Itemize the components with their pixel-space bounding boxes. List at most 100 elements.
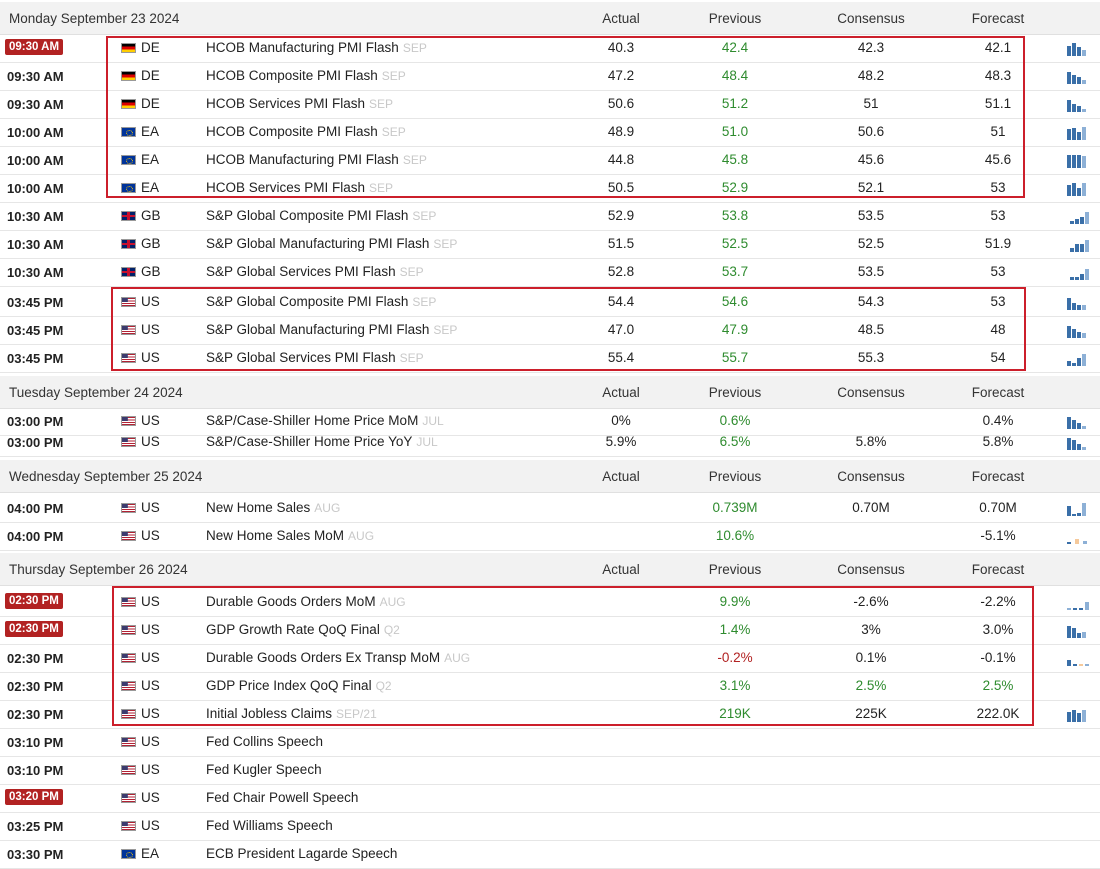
event-title[interactable]: Fed Williams Speech	[206, 818, 333, 833]
event-name[interactable]: HCOB Composite PMI Flash SEP	[206, 124, 406, 139]
bar-chart-icon[interactable]	[1067, 530, 1095, 544]
column-header-actual[interactable]: Actual	[566, 11, 676, 26]
event-name[interactable]: S&P Global Composite PMI Flash SEP	[206, 294, 436, 309]
column-header-consensus[interactable]: Consensus	[816, 385, 926, 400]
event-name[interactable]: Durable Goods Orders Ex Transp MoM AUG	[206, 650, 470, 665]
event-name[interactable]: GDP Price Index QoQ Final Q2	[206, 678, 392, 693]
event-name[interactable]: Fed Collins Speech	[206, 734, 323, 749]
event-row[interactable]: 03:00 PM US S&P/Case-Shiller Home Price Yo…	[0, 428, 1100, 457]
column-header-forecast[interactable]: Forecast	[943, 11, 1053, 26]
event-name[interactable]: New Home Sales MoM AUG	[206, 528, 374, 543]
bar-chart-icon[interactable]	[1067, 708, 1095, 722]
event-row[interactable]: 03:10 PM US Fed Collins Speech	[0, 728, 1100, 757]
event-name[interactable]: Fed Chair Powell Speech	[206, 790, 358, 805]
bar-chart-icon[interactable]	[1067, 415, 1095, 429]
event-row[interactable]: 02:30 PM US Initial Jobless Claims SEP/21 21…	[0, 700, 1100, 729]
event-name[interactable]: S&P/Case-Shiller Home Price MoM JUL	[206, 413, 444, 428]
event-title[interactable]: S&P/Case-Shiller Home Price YoY	[206, 434, 412, 449]
event-name[interactable]: S&P Global Composite PMI Flash SEP	[206, 208, 436, 223]
event-title[interactable]: Fed Kugler Speech	[206, 762, 322, 777]
column-header-previous[interactable]: Previous	[680, 385, 790, 400]
event-row[interactable]: 03:10 PM US Fed Kugler Speech	[0, 756, 1100, 785]
event-row[interactable]: 03:30 PM EA ECB President Lagarde Speech	[0, 840, 1100, 869]
event-row[interactable]: 03:20 PM US Fed Chair Powell Speech	[0, 784, 1100, 813]
column-header-previous[interactable]: Previous	[680, 562, 790, 577]
event-title[interactable]: HCOB Services PMI Flash	[206, 96, 365, 111]
column-header-previous[interactable]: Previous	[680, 11, 790, 26]
event-title[interactable]: HCOB Composite PMI Flash	[206, 124, 378, 139]
event-title[interactable]: HCOB Composite PMI Flash	[206, 68, 378, 83]
event-row[interactable]: 09:30 AM DE HCOB Services PMI Flash SEP 50.6…	[0, 90, 1100, 119]
bar-chart-icon[interactable]	[1067, 352, 1095, 366]
bar-chart-icon[interactable]	[1067, 296, 1095, 310]
event-title[interactable]: S&P/Case-Shiller Home Price MoM	[206, 413, 418, 428]
event-title[interactable]: Fed Collins Speech	[206, 734, 323, 749]
event-name[interactable]: Fed Williams Speech	[206, 818, 333, 833]
column-header-actual[interactable]: Actual	[566, 385, 676, 400]
event-row[interactable]: 10:00 AM EA HCOB Services PMI Flash SEP 50.5…	[0, 174, 1100, 203]
event-name[interactable]: HCOB Manufacturing PMI Flash SEP	[206, 152, 427, 167]
event-name[interactable]: GDP Growth Rate QoQ Final Q2	[206, 622, 400, 637]
event-title[interactable]: New Home Sales	[206, 500, 310, 515]
bar-chart-icon[interactable]	[1067, 98, 1095, 112]
event-name[interactable]: S&P Global Services PMI Flash SEP	[206, 264, 424, 279]
event-name[interactable]: New Home Sales AUG	[206, 500, 340, 515]
event-title[interactable]: Fed Chair Powell Speech	[206, 790, 358, 805]
bar-chart-icon[interactable]	[1067, 596, 1095, 610]
column-header-forecast[interactable]: Forecast	[943, 562, 1053, 577]
event-title[interactable]: GDP Price Index QoQ Final	[206, 678, 372, 693]
event-name[interactable]: HCOB Services PMI Flash SEP	[206, 180, 393, 195]
bar-chart-icon[interactable]	[1067, 238, 1095, 252]
event-name[interactable]: Durable Goods Orders MoM AUG	[206, 594, 406, 609]
event-name[interactable]: Fed Kugler Speech	[206, 762, 322, 777]
event-row[interactable]: 03:45 PM US S&P Global Services PMI Flash S…	[0, 344, 1100, 373]
event-title[interactable]: New Home Sales MoM	[206, 528, 344, 543]
event-name[interactable]: HCOB Composite PMI Flash SEP	[206, 68, 406, 83]
column-header-consensus[interactable]: Consensus	[816, 469, 926, 484]
event-row[interactable]: 03:25 PM US Fed Williams Speech	[0, 812, 1100, 841]
event-row[interactable]: 02:30 PM US GDP Growth Rate QoQ Final Q2 1.4…	[0, 616, 1100, 645]
event-row[interactable]: 04:00 PM US New Home Sales AUG 0.739M 0.70M 0.…	[0, 494, 1100, 523]
event-name[interactable]: S&P/Case-Shiller Home Price YoY JUL	[206, 434, 438, 449]
event-title[interactable]: ECB President Lagarde Speech	[206, 846, 397, 861]
bar-chart-icon[interactable]	[1067, 324, 1095, 338]
bar-chart-icon[interactable]	[1067, 154, 1095, 168]
event-title[interactable]: HCOB Manufacturing PMI Flash	[206, 152, 399, 167]
column-header-forecast[interactable]: Forecast	[943, 385, 1053, 400]
column-header-consensus[interactable]: Consensus	[816, 562, 926, 577]
column-header-consensus[interactable]: Consensus	[816, 11, 926, 26]
event-name[interactable]: S&P Global Manufacturing PMI Flash SEP	[206, 236, 457, 251]
column-header-previous[interactable]: Previous	[680, 469, 790, 484]
bar-chart-icon[interactable]	[1067, 502, 1095, 516]
event-row[interactable]: 10:00 AM EA HCOB Composite PMI Flash SEP 48.…	[0, 118, 1100, 147]
event-row[interactable]: 03:45 PM US S&P Global Manufacturing PMI F…	[0, 316, 1100, 345]
event-name[interactable]: Initial Jobless Claims SEP/21	[206, 706, 377, 721]
event-title[interactable]: S&P Global Services PMI Flash	[206, 350, 396, 365]
event-row[interactable]: 02:30 PM US GDP Price Index QoQ Final Q2 3.1…	[0, 672, 1100, 701]
event-name[interactable]: HCOB Services PMI Flash SEP	[206, 96, 393, 111]
bar-chart-icon[interactable]	[1067, 182, 1095, 196]
event-title[interactable]: HCOB Services PMI Flash	[206, 180, 365, 195]
event-title[interactable]: S&P Global Composite PMI Flash	[206, 208, 408, 223]
bar-chart-icon[interactable]	[1067, 436, 1095, 450]
event-row[interactable]: 02:30 PM US Durable Goods Orders MoM AUG 9.9…	[0, 588, 1100, 617]
bar-chart-icon[interactable]	[1067, 624, 1095, 638]
event-name[interactable]: ECB President Lagarde Speech	[206, 846, 397, 861]
column-header-forecast[interactable]: Forecast	[943, 469, 1053, 484]
event-row[interactable]: 10:30 AM GB S&P Global Manufacturing PMI F…	[0, 230, 1100, 259]
event-name[interactable]: HCOB Manufacturing PMI Flash SEP	[206, 40, 427, 55]
event-title[interactable]: S&P Global Manufacturing PMI Flash	[206, 236, 429, 251]
column-header-actual[interactable]: Actual	[566, 562, 676, 577]
event-row[interactable]: 09:30 AM DE HCOB Manufacturing PMI Flash SE…	[0, 34, 1100, 63]
bar-chart-icon[interactable]	[1067, 652, 1095, 666]
event-row[interactable]: 03:45 PM US S&P Global Composite PMI Flash…	[0, 288, 1100, 317]
bar-chart-icon[interactable]	[1067, 42, 1095, 56]
event-title[interactable]: S&P Global Services PMI Flash	[206, 264, 396, 279]
bar-chart-icon[interactable]	[1067, 70, 1095, 84]
event-title[interactable]: HCOB Manufacturing PMI Flash	[206, 40, 399, 55]
event-title[interactable]: S&P Global Composite PMI Flash	[206, 294, 408, 309]
column-header-actual[interactable]: Actual	[566, 469, 676, 484]
bar-chart-icon[interactable]	[1067, 266, 1095, 280]
bar-chart-icon[interactable]	[1067, 126, 1095, 140]
event-name[interactable]: S&P Global Manufacturing PMI Flash SEP	[206, 322, 457, 337]
